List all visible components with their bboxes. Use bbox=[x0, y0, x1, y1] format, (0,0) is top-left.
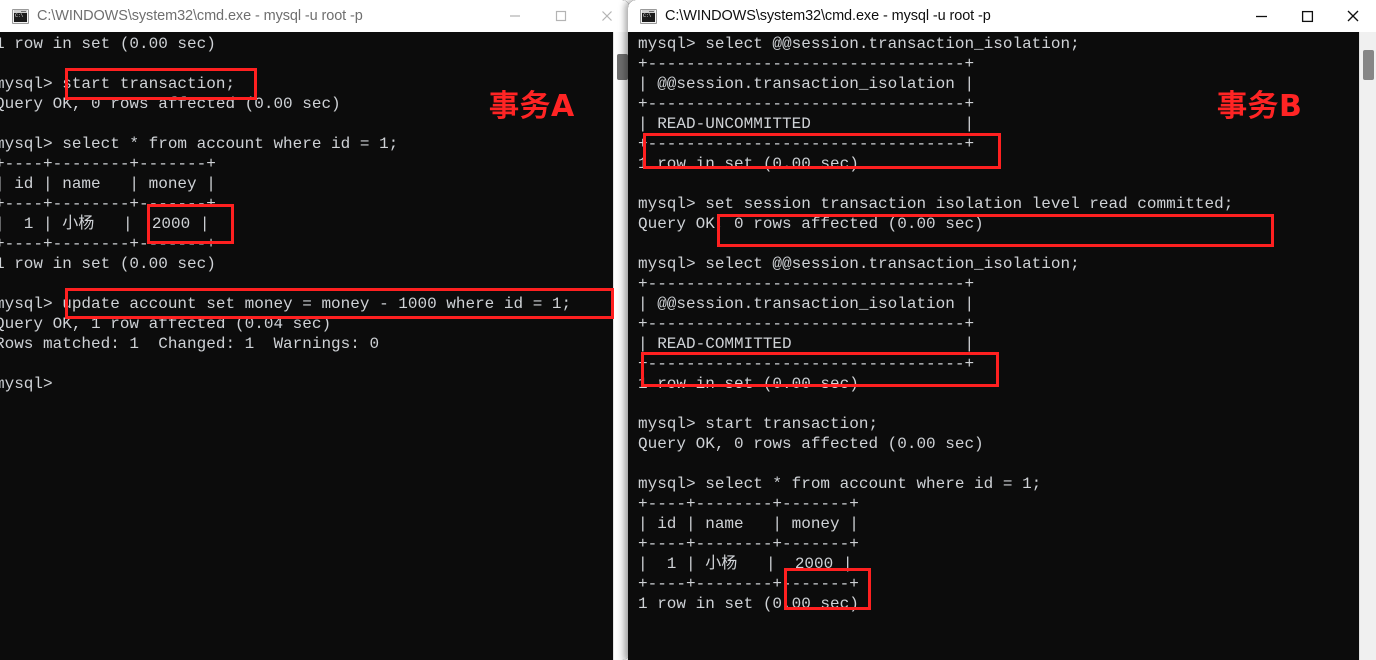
console-line: +---------------------------------+ bbox=[638, 315, 975, 333]
console-line: | 1 | 小杨 | 2000 | bbox=[638, 555, 853, 573]
minimize-button[interactable] bbox=[1238, 0, 1284, 32]
console-line: mysql> set session transaction isolation… bbox=[638, 195, 1234, 213]
console-line: | id | name | money | bbox=[0, 175, 216, 193]
console-line: | 1 | 小杨 | 2000 | bbox=[0, 215, 210, 233]
console-line: | @@session.transaction_isolation | bbox=[638, 295, 975, 313]
console-line: | id | name | money | bbox=[638, 515, 859, 533]
console-line: mysql> start transaction; bbox=[638, 415, 879, 433]
close-button[interactable] bbox=[584, 0, 630, 32]
console-line: +----+--------+-------+ bbox=[0, 155, 216, 173]
cmd-window-transaction-a[interactable]: C:\WINDOWS\system32\cmd.exe - mysql -u r… bbox=[0, 0, 630, 660]
console-line: Query OK, 1 row affected (0.04 sec) bbox=[0, 315, 332, 333]
console-line: +----+--------+-------+ bbox=[638, 495, 859, 513]
minimize-button[interactable] bbox=[492, 0, 538, 32]
right-scrollbar-thumb[interactable] bbox=[1363, 50, 1374, 80]
console-line: Rows matched: 1 Changed: 1 Warnings: 0 bbox=[0, 335, 380, 353]
console-line: 1 row in set (0.00 sec) bbox=[638, 375, 859, 393]
console-line: +----+--------+-------+ bbox=[638, 575, 859, 593]
cmd-exe-icon bbox=[12, 8, 29, 24]
right-console-scrollbar[interactable] bbox=[1359, 32, 1376, 660]
console-line: 1 row in set (0.00 sec) bbox=[0, 255, 216, 273]
left-window-title: C:\WINDOWS\system32\cmd.exe - mysql -u r… bbox=[37, 8, 363, 24]
transaction-a-annotation: 事务A bbox=[489, 89, 576, 124]
console-line: mysql> select @@session.transaction_isol… bbox=[638, 255, 1080, 273]
maximize-button[interactable] bbox=[1284, 0, 1330, 32]
console-line: 1 row in set (0.00 sec) bbox=[0, 35, 216, 53]
close-button[interactable] bbox=[1330, 0, 1376, 32]
left-console-output[interactable]: 1 row in set (0.00 sec) mysql> start tra… bbox=[0, 32, 618, 660]
right-console-output[interactable]: mysql> select @@session.transaction_isol… bbox=[636, 32, 1376, 660]
maximize-button[interactable] bbox=[538, 0, 584, 32]
console-line: 1 row in set (0.00 sec) bbox=[638, 595, 859, 613]
transaction-b-annotation: 事务B bbox=[1217, 89, 1303, 124]
console-line: +---------------------------------+ bbox=[638, 135, 975, 153]
console-line: +----+--------+-------+ bbox=[0, 235, 216, 253]
right-window-title: C:\WINDOWS\system32\cmd.exe - mysql -u r… bbox=[665, 8, 991, 24]
console-line: mysql> select @@session.transaction_isol… bbox=[638, 35, 1080, 53]
cmd-exe-icon bbox=[640, 8, 657, 24]
console-line: +----+--------+-------+ bbox=[0, 195, 216, 213]
console-line: mysql> select * from account where id = … bbox=[638, 475, 1042, 493]
right-window-titlebar[interactable]: C:\WINDOWS\system32\cmd.exe - mysql -u r… bbox=[628, 0, 1376, 32]
console-line: +----+--------+-------+ bbox=[638, 535, 859, 553]
console-line: Query OK, 0 rows affected (0.00 sec) bbox=[638, 215, 984, 233]
screenshot-stage: C:\WINDOWS\system32\cmd.exe - mysql -u r… bbox=[0, 0, 1376, 660]
left-scrollbar-thumb[interactable] bbox=[617, 54, 628, 80]
left-window-controls bbox=[492, 0, 630, 32]
console-line: mysql> bbox=[0, 375, 53, 393]
console-line: 1 row in set (0.00 sec) bbox=[638, 155, 859, 173]
right-window-controls bbox=[1238, 0, 1376, 32]
console-line: +---------------------------------+ bbox=[638, 355, 975, 373]
console-line: +---------------------------------+ bbox=[638, 275, 975, 293]
left-window-titlebar[interactable]: C:\WINDOWS\system32\cmd.exe - mysql -u r… bbox=[0, 0, 630, 32]
console-line: Query OK, 0 rows affected (0.00 sec) bbox=[638, 435, 984, 453]
console-line: mysql> select * from account where id = … bbox=[0, 135, 399, 153]
console-line: | READ-COMMITTED | bbox=[638, 335, 975, 353]
cmd-window-transaction-b[interactable]: C:\WINDOWS\system32\cmd.exe - mysql -u r… bbox=[628, 0, 1376, 660]
console-line: mysql> update account set money = money … bbox=[0, 295, 572, 313]
console-line: +---------------------------------+ bbox=[638, 55, 975, 73]
